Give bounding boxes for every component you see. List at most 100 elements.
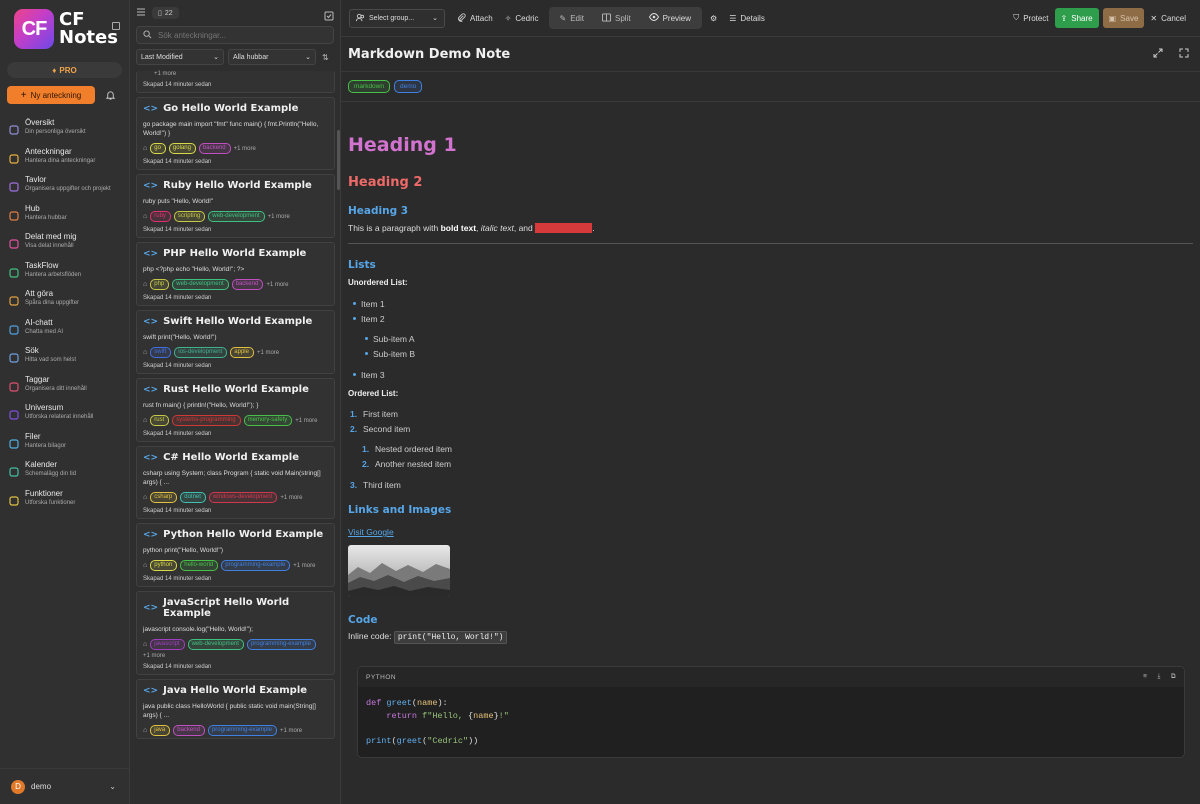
sidebar-item-9[interactable]: Taggar Organisera ditt innehåll xyxy=(0,375,129,404)
note-tag[interactable]: rust xyxy=(150,415,170,426)
note-tag[interactable]: java xyxy=(150,725,171,736)
note-tag[interactable]: backend xyxy=(198,143,231,154)
note-card[interactable]: <> Rust Hello World Example rust fn main()… xyxy=(136,378,335,442)
note-card[interactable]: <> Ruby Hello World Example ruby puts "Hel… xyxy=(136,174,335,238)
attach-button[interactable]: Attach xyxy=(451,7,499,29)
note-tag[interactable]: hello-world xyxy=(180,560,219,571)
split-button[interactable]: Split xyxy=(593,7,640,29)
select-all-icon[interactable] xyxy=(324,8,334,26)
fullscreen-icon[interactable] xyxy=(1179,45,1189,63)
note-tag[interactable]: web-development xyxy=(187,639,244,650)
expand-icon[interactable] xyxy=(1153,45,1163,63)
copy-icon[interactable]: ⧉ xyxy=(1171,673,1176,681)
note-tag[interactable]: swift xyxy=(150,347,172,358)
scrollbar[interactable] xyxy=(337,130,340,190)
sidebar-item-subtitle: Din personliga översikt xyxy=(25,129,86,135)
note-card[interactable]: <> JavaScript Hello World Example javascri… xyxy=(136,591,335,675)
note-tag[interactable]: memory-safety xyxy=(243,415,293,426)
list-view-icon[interactable] xyxy=(136,4,146,22)
bell-icon[interactable] xyxy=(103,88,117,102)
more-tags[interactable]: +1 more xyxy=(234,146,256,152)
more-tags[interactable]: +1 more xyxy=(143,653,165,659)
protect-button[interactable]: ⛉ Protect xyxy=(1007,7,1054,29)
share-button[interactable]: ⇪ Share xyxy=(1054,8,1099,28)
note-card[interactable]: <> Python Hello World Example python print… xyxy=(136,523,335,587)
note-tag[interactable]: php xyxy=(150,279,170,290)
cedric-button[interactable]: ✧ Cedric xyxy=(499,7,545,29)
sidebar-item-0[interactable]: Översikt Din personliga översikt xyxy=(0,118,129,147)
edit-button[interactable]: ✎ Edit xyxy=(551,7,594,29)
note-tag[interactable]: ios-development xyxy=(174,347,228,358)
hub-select[interactable]: Alla hubbar ⌄ xyxy=(228,49,316,65)
search-input[interactable] xyxy=(158,30,328,40)
sidebar-item-3[interactable]: Hub Hantera hubbar xyxy=(0,204,129,233)
download-icon[interactable]: ⤓ xyxy=(1157,673,1160,681)
note-tag[interactable]: web-development xyxy=(208,211,265,222)
note-tag[interactable]: golang xyxy=(168,143,196,154)
code-content: def greet(name): return f"Hello, {name}!… xyxy=(358,687,1184,757)
user-name: demo xyxy=(31,782,52,791)
sidebar-item-5[interactable]: TaskFlow Hantera arbetsflöden xyxy=(0,261,129,290)
user-menu[interactable]: D demo ⌄ xyxy=(0,768,130,804)
group-select[interactable]: Select group... ⌄ xyxy=(349,8,445,28)
sidebar-item-8[interactable]: Sök Hitta vad som helst xyxy=(0,346,129,375)
more-tags[interactable]: +1 more xyxy=(268,214,290,220)
settings-gear-icon[interactable]: ⚙ xyxy=(704,7,723,29)
collapse-sidebar-icon[interactable] xyxy=(112,22,120,30)
more-tags[interactable]: +1 more xyxy=(280,728,302,734)
more-tags[interactable]: +1 more xyxy=(295,418,317,424)
note-search[interactable] xyxy=(136,26,334,44)
note-tag[interactable]: scripting xyxy=(173,211,206,222)
note-card[interactable]: <> PHP Hello World Example php <?php echo … xyxy=(136,242,335,306)
note-tag[interactable]: python xyxy=(150,560,178,571)
code-icon: <> xyxy=(143,452,159,463)
sidebar-item-1[interactable]: Anteckningar Hantera dina anteckningar xyxy=(0,147,129,176)
more-tags[interactable]: +1 more xyxy=(266,282,288,288)
note-tag[interactable]: javascript xyxy=(150,639,185,650)
details-button[interactable]: ☰ Details xyxy=(723,7,771,29)
save-button[interactable]: ▣ Save xyxy=(1102,8,1145,28)
sidebar-item-11[interactable]: Filer Hantera bilagor xyxy=(0,432,129,461)
note-tag[interactable]: programming-example xyxy=(207,725,277,736)
new-note-button[interactable]: + Ny anteckning xyxy=(7,86,95,104)
wrap-icon[interactable]: ≡ xyxy=(1143,673,1147,681)
note-tag[interactable]: csharp xyxy=(150,492,178,503)
note-tag[interactable]: markdown xyxy=(348,80,390,93)
google-link[interactable]: Visit Google xyxy=(348,527,394,537)
note-card[interactable]: <> Swift Hello World Example swift print("… xyxy=(136,310,335,374)
note-tag[interactable]: dotnet xyxy=(180,492,206,503)
note-card[interactable]: <> C# Hello World Example csharp using Sys… xyxy=(136,446,335,519)
sidebar-item-7[interactable]: AI-chatt Chatta med AI xyxy=(0,318,129,347)
note-tag[interactable]: ruby xyxy=(150,211,171,222)
sidebar-item-10[interactable]: Universum Utforska relaterat innehåll xyxy=(0,403,129,432)
sidebar-item-13[interactable]: Funktioner Utforska funktioner xyxy=(0,489,129,518)
note-tag[interactable]: programming-example xyxy=(221,560,291,571)
note-tag[interactable]: backend xyxy=(173,725,205,736)
sidebar-item-4[interactable]: Delat med mig Visa delat innehåll xyxy=(0,232,129,261)
sidebar-item-2[interactable]: Tavlor Organisera uppgifter och projekt xyxy=(0,175,129,204)
note-tag[interactable]: systems-programming xyxy=(172,415,241,426)
sort-select[interactable]: Last Modified ⌄ xyxy=(136,49,224,65)
note-tag[interactable]: programming-example xyxy=(246,639,316,650)
note-tag[interactable]: windows-development xyxy=(208,492,278,503)
note-card[interactable]: <> Java Hello World Example java public cl… xyxy=(136,679,335,739)
sidebar-item-6[interactable]: Att göra Spåra dina uppgifter xyxy=(0,289,129,318)
more-tags[interactable]: +1 more xyxy=(293,563,315,569)
app-logo[interactable]: CF CF Notes xyxy=(0,0,129,52)
sidebar-item-title: Funktioner xyxy=(25,488,63,498)
note-tag[interactable]: go xyxy=(150,143,166,154)
note-tag[interactable]: apple xyxy=(230,347,254,358)
more-tags[interactable]: +1 more xyxy=(280,495,302,501)
preview-button[interactable]: Preview xyxy=(640,7,700,29)
more-tags[interactable]: +1 more xyxy=(257,350,279,356)
note-tag[interactable]: web-development xyxy=(172,279,229,290)
note-tag[interactable]: demo xyxy=(393,80,423,93)
note-card[interactable]: <> Go Hello World Example go package main … xyxy=(136,97,335,170)
list-item: Sub-item A xyxy=(365,331,1193,346)
note-tag[interactable]: backend xyxy=(231,279,264,290)
partial-note-card[interactable]: +1 more Skapad 14 minuter sedan xyxy=(136,71,335,93)
sort-order-icon[interactable]: ⇅ xyxy=(322,53,329,62)
sidebar-item-12[interactable]: Kalender Schemalägg din tid xyxy=(0,460,129,489)
cancel-button[interactable]: ✕ Cancel xyxy=(1144,7,1192,29)
italic-text: italic text xyxy=(480,223,514,233)
